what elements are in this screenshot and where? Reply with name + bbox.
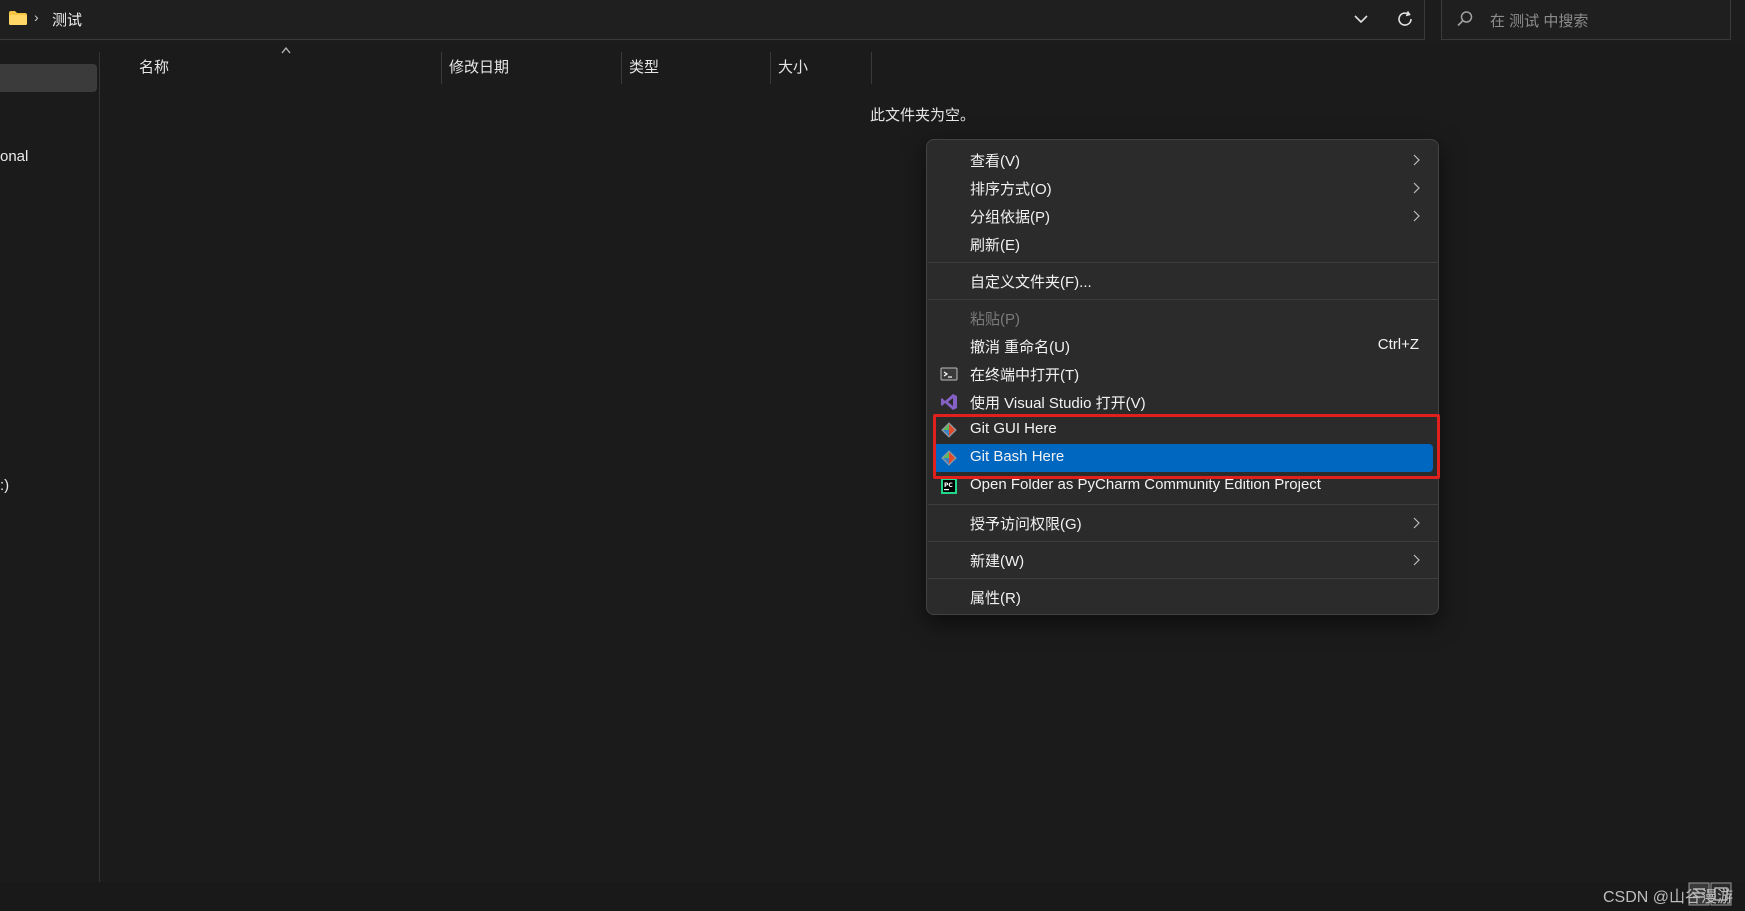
menu-item-customize-folder[interactable]: 自定义文件夹(F)... [933, 267, 1433, 295]
search-input[interactable]: 在 测试 中搜索 [1490, 10, 1588, 31]
menu-separator [928, 299, 1439, 300]
chevron-right-icon [1413, 517, 1420, 529]
menu-item-open-with-visual-studio[interactable]: 使用 Visual Studio 打开(V) [933, 388, 1433, 416]
visual-studio-icon [941, 394, 957, 410]
menu-item-label: 撤消 重命名(U) [970, 339, 1070, 356]
folder-icon [9, 11, 27, 25]
menu-item-new[interactable]: 新建(W) [933, 546, 1433, 574]
menu-item-label: 自定义文件夹(F)... [970, 274, 1092, 291]
nav-item-label[interactable]: onal [0, 148, 28, 165]
column-divider[interactable] [871, 52, 872, 84]
watermark: CSDN @山谷漫游 [1602, 889, 1733, 906]
column-header-name[interactable]: 名称 [139, 56, 169, 86]
menu-item-label: 新建(W) [970, 553, 1025, 570]
column-divider[interactable] [770, 52, 771, 84]
chevron-right-icon [1413, 554, 1420, 566]
terminal-icon [940, 367, 958, 381]
sort-ascending-icon [281, 46, 291, 54]
refresh-icon[interactable] [1395, 9, 1415, 29]
breadcrumb-current-folder[interactable]: 测试 [52, 9, 82, 30]
search-icon [1457, 11, 1473, 27]
menu-item-refresh[interactable]: 刷新(E) [933, 230, 1433, 258]
status-bar [0, 882, 1745, 911]
menu-item-label: 使用 Visual Studio 打开(V) [970, 395, 1146, 412]
menu-item-label: 属性(R) [970, 590, 1021, 607]
chevron-down-icon[interactable] [1352, 10, 1370, 28]
menu-item-sort-by[interactable]: 排序方式(O) [933, 174, 1433, 202]
search-box[interactable]: 在 测试 中搜索 [1441, 0, 1731, 40]
menu-item-shortcut: Ctrl+Z [1377, 336, 1419, 353]
menu-separator [928, 541, 1439, 542]
menu-item-properties[interactable]: 属性(R) [933, 583, 1433, 611]
menu-item-label: 分组依据(P) [970, 209, 1050, 226]
menu-item-view[interactable]: 查看(V) [933, 146, 1433, 174]
column-divider[interactable] [621, 52, 622, 84]
top-bar: › 测试 在 测试 中搜索 [0, 0, 1745, 42]
annotation-highlight-box [933, 414, 1440, 479]
nav-item-label[interactable]: :) [0, 477, 9, 494]
chevron-right-icon [1413, 182, 1420, 194]
nav-item-selected[interactable] [0, 64, 97, 92]
empty-folder-message: 此文件夹为空。 [870, 107, 976, 124]
menu-item-undo-rename[interactable]: 撤消 重命名(U) Ctrl+Z [933, 332, 1433, 360]
menu-item-label: 排序方式(O) [970, 181, 1052, 198]
menu-separator [928, 262, 1439, 263]
pycharm-icon: PC [941, 478, 957, 494]
context-menu: 查看(V) 排序方式(O) 分组依据(P) 刷新(E) 自定义文件夹(F)...… [926, 139, 1439, 615]
menu-item-give-access[interactable]: 授予访问权限(G) [933, 509, 1433, 537]
breadcrumb-separator: › [34, 9, 39, 25]
column-divider[interactable] [441, 52, 442, 84]
column-header-size[interactable]: 大小 [778, 56, 808, 86]
svg-text:PC: PC [944, 482, 953, 489]
navigation-pane: onal :) [0, 52, 100, 882]
menu-item-label: 粘贴(P) [970, 311, 1020, 328]
menu-item-label: 刷新(E) [970, 237, 1020, 254]
column-header-type[interactable]: 类型 [629, 56, 659, 86]
menu-item-paste: 粘贴(P) [933, 304, 1433, 332]
menu-item-group-by[interactable]: 分组依据(P) [933, 202, 1433, 230]
column-header-date-modified[interactable]: 修改日期 [449, 56, 509, 86]
chevron-right-icon [1413, 210, 1420, 222]
chevron-right-icon [1413, 154, 1420, 166]
menu-item-label: 授予访问权限(G) [970, 516, 1082, 533]
menu-item-label: 查看(V) [970, 153, 1020, 170]
menu-separator [928, 578, 1439, 579]
menu-item-open-in-terminal[interactable]: 在终端中打开(T) [933, 360, 1433, 388]
menu-item-label: 在终端中打开(T) [970, 367, 1080, 384]
menu-separator [928, 504, 1439, 505]
address-bar[interactable]: › 测试 [0, 0, 1425, 40]
